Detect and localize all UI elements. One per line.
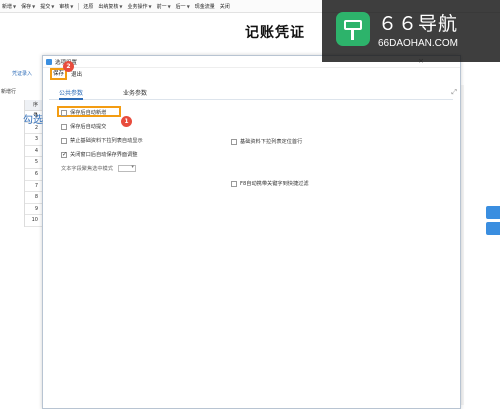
toolbar-cashflow-label: 现金流量 [194,3,215,10]
signpost-icon [336,12,370,46]
toolbar-submit-label: 提交 [40,3,51,10]
option-dropdown-first-row[interactable]: 基础资料下拉列表定位首行 [231,138,302,145]
checkbox[interactable] [61,123,67,130]
chevron-down-icon: ▼ [167,3,171,9]
toolbar-submit-button[interactable]: 提交 ▼ [40,3,54,10]
option-no-auto-dropdown[interactable]: 禁止基础资料下拉列表自动显示 [61,137,143,144]
table-row[interactable]: 3 [25,134,42,146]
toolbar-prev-label: 前一 [156,3,167,10]
table-row[interactable]: 7 [25,181,42,193]
text-focus-mode-label: 文本字段聚焦选中模式 [61,166,113,172]
table-row[interactable]: 9 [25,204,42,216]
text-focus-mode-select[interactable] [117,164,136,172]
option-dropdown-first-row-label: 基础资料下拉列表定位首行 [240,139,303,145]
option-auto-new-label: 保存后自动新增 [70,110,107,116]
toolbar-audit-label: 审核 [59,3,70,10]
grid-header-index: 序号 [25,100,42,119]
page-title: 记账凭证 [245,25,305,41]
text-focus-mode: 文本字段聚焦选中模式 [61,164,136,172]
option-save-layout-on-close[interactable]: 关闭窗口后自动保存界面调整 [61,151,137,158]
dialog-tabs: 公共参数 业务参数 [49,88,453,100]
table-row[interactable]: 6 [25,169,42,181]
options-dialog: 选项设置 × 保存 退出 2 公共参数 业务参数 ⤢ 1 保存后自动新增 保存后… [42,55,461,409]
toolbar-close-button[interactable]: 关闭 [220,3,230,10]
option-save-layout-on-close-label: 关闭窗口后自动保存界面调整 [70,152,138,158]
toolbar-close-label: 关闭 [219,3,230,10]
step-marker-2: 2 [63,61,74,72]
checkbox[interactable] [231,180,237,187]
toolbar-business-label: 业务操作 [127,3,148,10]
checkbox-checked[interactable] [61,151,67,158]
toolbar-restore-button[interactable]: 还原 [83,3,93,10]
chevron-down-icon: ▼ [32,3,36,9]
checkbox[interactable] [231,138,237,145]
tab-business-params[interactable]: 业务参数 [123,88,147,100]
checkbox[interactable] [61,137,67,144]
chevron-down-icon: ▼ [186,3,190,9]
table-row[interactable]: 10 [25,215,42,227]
toolbar-restore-label: 还原 [83,3,94,10]
toolbar-next-button[interactable]: 后一 ▼ [176,3,190,10]
tab-public-params[interactable]: 公共参数 [59,88,84,100]
option-auto-new[interactable]: 保存后自动新增 [61,109,106,116]
step-marker-1: 1 [121,116,132,127]
toolbar-save-button[interactable]: 保存 ▼ [21,3,35,10]
option-auto-submit[interactable]: 保存后自动提交 [61,123,106,130]
option-f8-filter-label: F8自动携带关键字到快捷过滤 [240,181,309,187]
toolbar-divider [78,2,80,10]
chevron-down-icon: ▼ [51,3,55,9]
table-row[interactable]: 4 [25,146,42,158]
toolbar-cashier-button[interactable]: 出纳复核 ▼ [98,3,122,10]
background-tab[interactable]: 凭证录入 [12,70,32,77]
side-panel-icon[interactable] [486,206,500,219]
side-link-icon[interactable] [486,222,500,235]
toolbar-save-label: 保存 [21,3,32,10]
add-row-button[interactable]: 新增行 [1,88,16,95]
option-f8-filter[interactable]: F8自动携带关键字到快捷过滤 [231,180,309,187]
toolbar-prev-button[interactable]: 前一 ▼ [157,3,171,10]
watermark-title: ６６导航 [378,13,459,35]
option-auto-submit-label: 保存后自动提交 [70,124,107,130]
toolbar-next-label: 后一 [175,3,186,10]
checkbox[interactable] [61,109,67,116]
toolbar-new-label: 新增 [2,3,13,10]
chevron-down-icon: ▼ [119,3,123,9]
toolbar-cashflow-button[interactable]: 现金流量 [195,3,215,10]
watermark-url: 66DAOHAN.COM [378,38,459,49]
expand-icon[interactable]: ⤢ [451,88,457,97]
app-icon [46,58,52,65]
instruction-hint: 勾选 [23,115,43,126]
dialog-exit-button[interactable]: 退出 [71,70,82,78]
chevron-down-icon: ▼ [13,3,17,9]
chevron-down-icon: ▼ [148,3,152,9]
chevron-down-icon: ▼ [70,3,74,9]
toolbar-cashier-label: 出纳复核 [98,3,119,10]
table-row[interactable]: 5 [25,157,42,169]
option-no-auto-dropdown-label: 禁止基础资料下拉列表自动显示 [70,138,143,144]
toolbar-business-button[interactable]: 业务操作 ▼ [127,3,151,10]
table-row[interactable]: 8 [25,192,42,204]
toolbar-audit-button[interactable]: 审核 ▼ [59,3,73,10]
toolbar-new-button[interactable]: 新增 ▼ [2,3,16,10]
watermark: ６６导航 66DAOHAN.COM [322,0,500,62]
